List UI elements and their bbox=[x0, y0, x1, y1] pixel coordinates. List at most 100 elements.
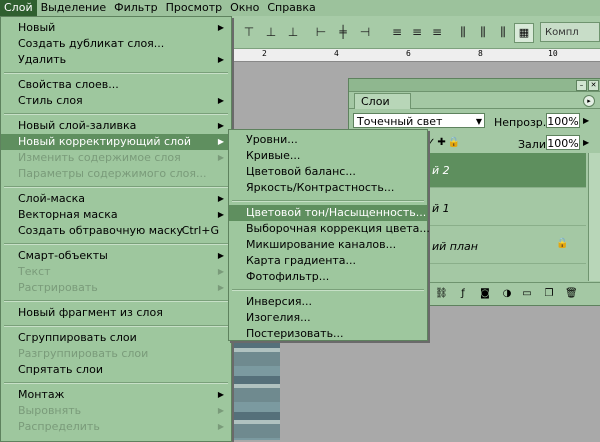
menubar-item-3[interactable]: Просмотр bbox=[162, 0, 226, 16]
delete-layer-icon[interactable]: 🗑 bbox=[565, 288, 578, 300]
menu-item-label: Растрировать bbox=[18, 281, 98, 294]
menu-item[interactable]: Новый слой-заливка ▶ bbox=[1, 118, 231, 134]
minimize-icon[interactable]: – bbox=[576, 80, 587, 91]
menu-item[interactable]: Сгруппировать слои bbox=[1, 330, 231, 346]
ruler-number: 8 bbox=[478, 49, 483, 58]
menu-item[interactable]: Выборочная коррекция цвета... bbox=[229, 221, 430, 237]
opacity-field[interactable]: 100% bbox=[546, 113, 580, 128]
menu-item[interactable]: Создать дубликат слоя... bbox=[1, 36, 231, 52]
tab-layers[interactable]: Слои bbox=[354, 93, 411, 109]
menu-item-label: Новый корректирующий слой bbox=[18, 135, 191, 148]
menu-item[interactable]: Свойства слоев... bbox=[1, 77, 231, 93]
new-adjustment-layer-icon[interactable]: ◑ bbox=[501, 288, 513, 300]
align-vcenter-icon[interactable]: ⊥ bbox=[264, 25, 278, 39]
layer-name: й 1 bbox=[432, 202, 450, 215]
menu-item-label: Инверсия... bbox=[246, 295, 312, 308]
layer-name: й 2 bbox=[432, 164, 450, 177]
menu-item[interactable]: Карта градиента... bbox=[229, 253, 427, 269]
menu-item-label: Новый фрагмент из слоя bbox=[18, 306, 163, 319]
menu-item-label: Карта градиента... bbox=[246, 254, 357, 267]
menu-item-label: Удалить bbox=[18, 53, 67, 66]
new-layer-icon[interactable]: ❐ bbox=[543, 288, 555, 300]
menu-item[interactable]: Цветовой тон/Насыщенность... bbox=[229, 205, 427, 221]
menu-item-label: Создать дубликат слоя... bbox=[18, 37, 165, 50]
menu-item[interactable]: Новый корректирующий слой ▶ bbox=[1, 134, 231, 150]
menubar-item-5[interactable]: Справка bbox=[263, 0, 319, 16]
menu-item[interactable]: Постеризовать... bbox=[229, 326, 427, 342]
menu-item[interactable]: Слой-маска ▶ bbox=[1, 191, 231, 207]
menu-item[interactable]: Спрятать слои bbox=[1, 362, 231, 378]
align-right-icon[interactable]: ⊣ bbox=[358, 25, 372, 39]
menu-item: Изменить содержимое слоя ▶ bbox=[1, 150, 231, 166]
menu-item[interactable]: Микширование каналов... bbox=[229, 237, 427, 253]
menu-item-label: Сгруппировать слои bbox=[18, 331, 137, 344]
menu-item[interactable]: Стиль слоя ▶ bbox=[1, 93, 231, 109]
menu-item[interactable]: Удалить ▶ bbox=[1, 52, 231, 68]
fill-slider-arrow-icon[interactable]: ▶ bbox=[583, 138, 589, 147]
menu-item-shortcut: Ctrl+G bbox=[181, 224, 219, 237]
menu-item[interactable]: Изогелия... bbox=[229, 310, 427, 326]
menu-item[interactable]: Монтаж ▶ bbox=[1, 387, 231, 403]
link-layers-icon[interactable]: ⛓ bbox=[435, 288, 448, 300]
close-icon[interactable]: ✕ bbox=[588, 80, 599, 91]
menu-item[interactable]: Векторная маска ▶ bbox=[1, 207, 231, 223]
distribute-hcenter-icon[interactable]: ⫼ bbox=[476, 25, 490, 39]
menu-item[interactable]: Фотофильтр... bbox=[229, 269, 427, 285]
canvas-image bbox=[232, 330, 280, 440]
blend-mode-select[interactable]: Точечный свет ▼ bbox=[353, 113, 485, 128]
distribute-bottom-icon[interactable]: ≡ bbox=[430, 25, 444, 39]
layers-scrollbar[interactable] bbox=[588, 153, 600, 281]
menu-item-label: Изменить содержимое слоя bbox=[18, 151, 181, 164]
align-left-icon[interactable]: ⊢ bbox=[314, 25, 328, 39]
menu-item[interactable]: Новый фрагмент из слоя bbox=[1, 305, 231, 321]
opacity-slider-arrow-icon[interactable]: ▶ bbox=[583, 116, 589, 125]
submenu-arrow-icon: ▶ bbox=[217, 96, 224, 105]
panel-menu-icon[interactable]: ▸ bbox=[583, 95, 595, 107]
menu-item-label: Стиль слоя bbox=[18, 94, 83, 107]
menu-item[interactable]: Кривые... bbox=[229, 148, 427, 164]
add-mask-icon[interactable]: ◙ bbox=[479, 288, 491, 300]
distribute-right-icon[interactable]: ⫼ bbox=[496, 25, 510, 39]
menu-item: Распределить ▶ bbox=[1, 419, 231, 435]
menubar-item-4[interactable]: Окно bbox=[226, 0, 263, 16]
layers-panel-titlebar[interactable]: – ✕ bbox=[349, 79, 600, 92]
submenu-arrow-icon: ▶ bbox=[217, 23, 224, 32]
menu-separator bbox=[4, 325, 228, 327]
menubar-item-0[interactable]: Слой bbox=[0, 0, 37, 16]
menu-item: Растрировать ▶ bbox=[1, 280, 231, 296]
blend-mode-value: Точечный свет bbox=[357, 115, 443, 128]
opacity-label: Непрозр.: bbox=[494, 116, 550, 129]
menu-item[interactable]: Инверсия... bbox=[229, 294, 427, 310]
new-group-icon[interactable]: ▭ bbox=[521, 288, 533, 300]
lock-icon: 🔒 bbox=[556, 238, 569, 249]
menu-item-label: Векторная маска bbox=[18, 208, 118, 221]
menu-separator bbox=[4, 243, 228, 245]
menu-item-label: Цветовой баланс... bbox=[246, 165, 356, 178]
menubar-item-2[interactable]: Фильтр bbox=[110, 0, 162, 16]
align-top-icon[interactable]: ⊤ bbox=[242, 25, 256, 39]
menu-separator bbox=[4, 72, 228, 74]
menu-item[interactable]: Новый ▶ bbox=[1, 20, 231, 36]
ruler-number: 2 bbox=[262, 49, 267, 58]
distribute-vcenter-icon[interactable]: ≡ bbox=[410, 25, 424, 39]
menu-item-label: Кривые... bbox=[246, 149, 301, 162]
distribute-left-icon[interactable]: ⫼ bbox=[456, 25, 470, 39]
menu-separator bbox=[4, 300, 228, 302]
menu-item-label: Постеризовать... bbox=[246, 327, 344, 340]
add-style-icon[interactable]: ƒ bbox=[457, 288, 469, 300]
palette-well-icon[interactable]: ▦ bbox=[514, 23, 534, 43]
align-hcenter-icon[interactable]: ╪ bbox=[336, 25, 350, 39]
menu-item[interactable]: Яркость/Контрастность... bbox=[229, 180, 427, 196]
menu-item[interactable]: Цветовой баланс... bbox=[229, 164, 427, 180]
options-toolbar: ⊤ ⊥ ⊥ ⊢ ╪ ⊣ ≡ ≡ ≡ ⫼ ⫼ ⫼ ▦ Компл bbox=[232, 16, 600, 49]
distribute-top-icon[interactable]: ≡ bbox=[390, 25, 404, 39]
menu-item[interactable]: Смарт-объекты ▶ bbox=[1, 248, 231, 264]
menubar-item-1[interactable]: Выделение bbox=[37, 0, 111, 16]
lock-options-icons[interactable]: ✓✚🔒 bbox=[427, 137, 462, 148]
workspace-button[interactable]: Компл bbox=[540, 22, 600, 42]
menu-item[interactable]: Создать обтравочную маску Ctrl+G bbox=[1, 223, 231, 239]
fill-field[interactable]: 100% bbox=[546, 135, 580, 150]
align-bottom-icon[interactable]: ⊥ bbox=[286, 25, 300, 39]
menu-item-label: Изогелия... bbox=[246, 311, 311, 324]
menu-item[interactable]: Уровни... bbox=[229, 132, 427, 148]
